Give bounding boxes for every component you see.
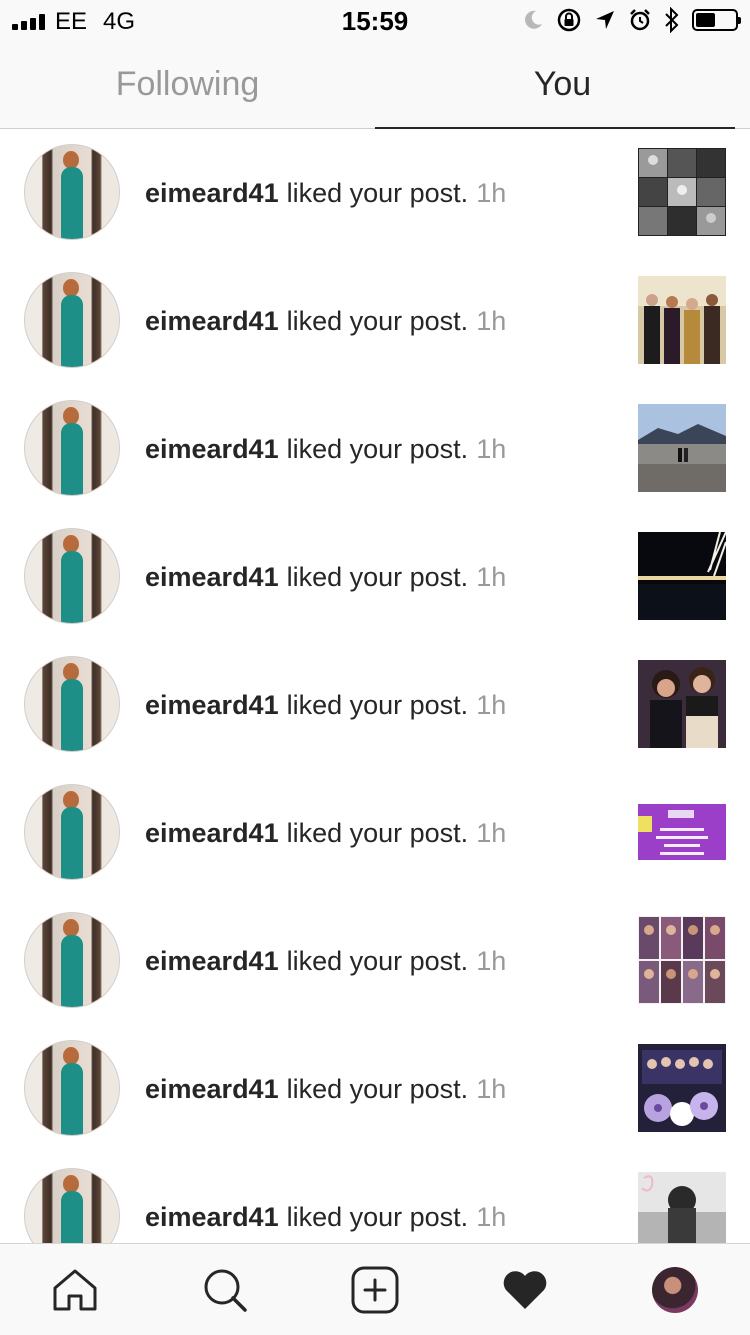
battery-icon	[692, 9, 741, 31]
notification-username[interactable]: eimeard41	[145, 434, 279, 465]
post-thumbnail[interactable]	[638, 148, 726, 236]
notification-time: 1h	[476, 561, 507, 592]
notification-time: 1h	[476, 817, 507, 848]
notification-time: 1h	[476, 1073, 507, 1104]
notification-text: eimeard41 liked your post. 1h	[145, 513, 506, 641]
nav-new-post[interactable]	[325, 1244, 425, 1335]
user-avatar[interactable]	[24, 528, 120, 624]
notification-time: 1h	[476, 689, 507, 720]
notification-action: liked your post.	[286, 177, 469, 208]
notification-time: 1h	[476, 945, 507, 976]
notification-action: liked your post.	[286, 945, 469, 976]
post-thumbnail[interactable]	[638, 1044, 726, 1132]
rotation-lock-icon	[557, 8, 581, 32]
user-avatar[interactable]	[24, 400, 120, 496]
user-avatar[interactable]	[24, 784, 120, 880]
notification-text: eimeard41 liked your post. 1h	[145, 1025, 506, 1153]
notification-row[interactable]: eimeard41 liked your post. 1h	[0, 1153, 750, 1243]
post-thumbnail[interactable]	[638, 404, 726, 492]
notification-time: 1h	[476, 305, 507, 336]
notification-time: 1h	[476, 1201, 507, 1232]
notification-row[interactable]: eimeard41 liked your post. 1h	[0, 257, 750, 385]
nav-profile[interactable]	[625, 1244, 725, 1335]
tab-you[interactable]: You	[375, 40, 750, 128]
nav-home[interactable]	[25, 1244, 125, 1335]
user-avatar[interactable]	[24, 912, 120, 1008]
post-thumbnail[interactable]	[638, 532, 726, 620]
notification-username[interactable]: eimeard41	[145, 306, 279, 337]
notification-row[interactable]: eimeard41 liked your post. 1h	[0, 129, 750, 257]
notification-username[interactable]: eimeard41	[145, 562, 279, 593]
bluetooth-icon	[665, 7, 679, 33]
notification-text: eimeard41 liked your post. 1h	[145, 1153, 506, 1243]
notification-text: eimeard41 liked your post. 1h	[145, 641, 506, 769]
user-avatar[interactable]	[24, 1168, 120, 1243]
notification-time: 1h	[476, 433, 507, 464]
heart-icon	[503, 1270, 547, 1309]
notification-text: eimeard41 liked your post. 1h	[145, 257, 506, 385]
notification-row[interactable]: eimeard41 liked your post. 1h	[0, 1025, 750, 1153]
notification-action: liked your post.	[286, 1201, 469, 1232]
notification-list[interactable]: eimeard41 liked your post. 1h eimeard41 …	[0, 129, 750, 1243]
notification-action: liked your post.	[286, 561, 469, 592]
activity-tabs: Following You	[0, 40, 750, 129]
location-arrow-icon	[596, 11, 614, 29]
notification-action: liked your post.	[286, 689, 469, 720]
post-thumbnail[interactable]	[638, 660, 726, 748]
post-thumbnail[interactable]	[638, 916, 726, 1004]
post-thumbnail[interactable]	[638, 1172, 726, 1243]
notification-username[interactable]: eimeard41	[145, 178, 279, 209]
user-avatar[interactable]	[24, 1040, 120, 1136]
notification-username[interactable]: eimeard41	[145, 1074, 279, 1105]
alarm-icon	[630, 9, 650, 31]
notification-action: liked your post.	[286, 433, 469, 464]
nav-search[interactable]	[175, 1244, 275, 1335]
notification-text: eimeard41 liked your post. 1h	[145, 385, 506, 513]
notification-action: liked your post.	[286, 1073, 469, 1104]
notification-row[interactable]: eimeard41 liked your post. 1h	[0, 769, 750, 897]
notification-username[interactable]: eimeard41	[145, 1202, 279, 1233]
status-right	[522, 6, 741, 34]
notification-row[interactable]: eimeard41 liked your post. 1h	[0, 385, 750, 513]
user-avatar[interactable]	[24, 656, 120, 752]
profile-avatar	[652, 1266, 698, 1313]
battery-fill	[696, 13, 715, 27]
notification-username[interactable]: eimeard41	[145, 818, 279, 849]
notification-row[interactable]: eimeard41 liked your post. 1h	[0, 897, 750, 1025]
user-avatar[interactable]	[24, 144, 120, 240]
notification-row[interactable]: eimeard41 liked your post. 1h	[0, 641, 750, 769]
notification-text: eimeard41 liked your post. 1h	[145, 769, 506, 897]
post-thumbnail[interactable]	[638, 276, 726, 364]
notification-row[interactable]: eimeard41 liked your post. 1h	[0, 513, 750, 641]
notification-username[interactable]: eimeard41	[145, 946, 279, 977]
home-icon	[53, 1269, 97, 1310]
bottom-nav	[0, 1243, 750, 1335]
notification-time: 1h	[476, 177, 507, 208]
moon-icon	[525, 10, 542, 29]
plus-square-icon	[351, 1266, 399, 1313]
notification-action: liked your post.	[286, 817, 469, 848]
notification-username[interactable]: eimeard41	[145, 690, 279, 721]
tab-following[interactable]: Following	[0, 40, 375, 128]
post-thumbnail[interactable]	[638, 788, 726, 876]
nav-activity[interactable]	[475, 1244, 575, 1335]
notification-action: liked your post.	[286, 305, 469, 336]
notification-text: eimeard41 liked your post. 1h	[145, 129, 506, 257]
user-avatar[interactable]	[24, 272, 120, 368]
status-bar: EE 4G 15:59	[0, 0, 750, 40]
search-icon	[204, 1269, 247, 1312]
notification-text: eimeard41 liked your post. 1h	[145, 897, 506, 1025]
